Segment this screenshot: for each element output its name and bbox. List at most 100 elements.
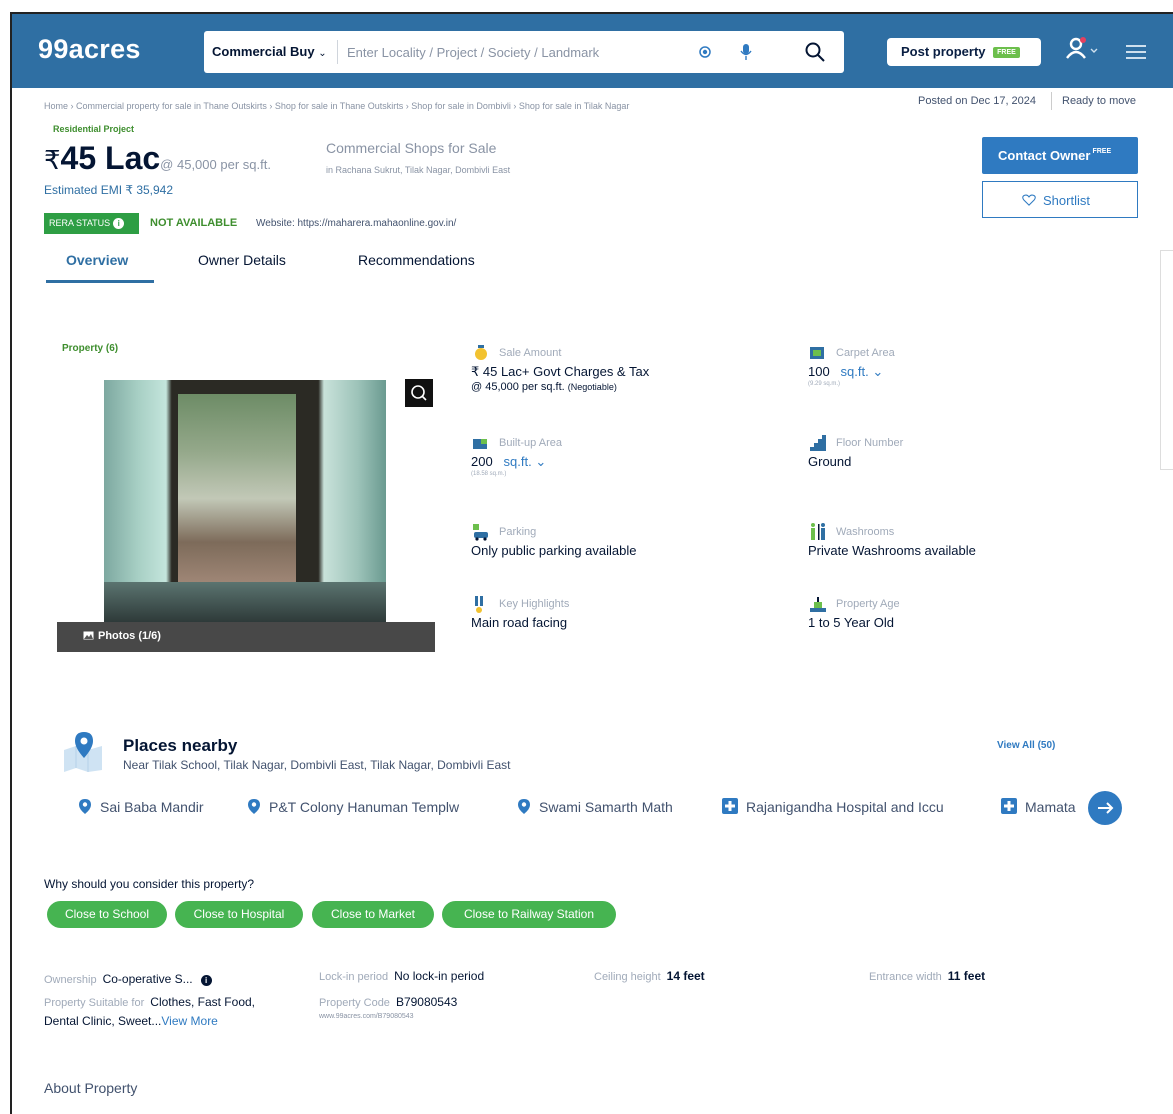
photo-gallery[interactable]: Photos (1/6) (57, 380, 435, 652)
place-item[interactable]: Sai Baba Mandir (78, 798, 204, 815)
detail-label: Built-up Area (499, 437, 562, 449)
reason-chip[interactable]: Close to Hospital (175, 901, 303, 928)
free-badge: FREE (993, 47, 1020, 59)
fact-label: Property Suitable for (44, 997, 145, 1009)
place-item[interactable]: P&T Colony Hanuman Templw (247, 798, 459, 815)
why-consider-title: Why should you consider this property? (44, 877, 255, 891)
fact-value: No lock-in period (394, 969, 485, 983)
breadcrumb[interactable]: Home › Commercial property for sale in T… (44, 101, 629, 111)
detail-built-up-area: Built-up Area 200 sq.ft. ⌄ (18.58 sq.m.) (471, 433, 771, 493)
detail-sale-amount: Sale Amount ₹ 45 Lac+ Govt Charges & Tax… (471, 343, 771, 403)
tab-overview[interactable]: Overview (66, 252, 128, 268)
reason-chip[interactable]: Close to Market (312, 901, 434, 928)
unit-label: sq.ft. (503, 454, 532, 469)
shortlist-label: Shortlist (1043, 193, 1090, 208)
tab-recommendations[interactable]: Recommendations (358, 252, 475, 268)
photo-floor (104, 582, 386, 622)
locate-me-icon[interactable] (698, 45, 712, 59)
detail-value: Private Washrooms available (808, 543, 976, 558)
detail-washrooms: Washrooms Private Washrooms available (808, 522, 1108, 562)
place-item[interactable]: Swami Samarth Math (517, 798, 673, 815)
built-up-area-sqm: (18.58 sq.m.) (471, 471, 507, 477)
rera-status-badge[interactable]: RERA STATUS i (44, 213, 139, 234)
detail-label: Floor Number (836, 437, 904, 449)
negotiable-note: (Negotiable) (567, 382, 617, 392)
price-per-sqft: @ 45,000 per sq.ft. (160, 157, 271, 172)
post-property-button[interactable]: Post property FREE (887, 38, 1041, 66)
fact-value: Clothes, Fast Food, (150, 995, 255, 1009)
search-divider (337, 40, 338, 64)
detail-value: 100 sq.ft. ⌄ (808, 364, 883, 380)
fact-value: Dental Clinic, Sweet... (44, 1014, 162, 1028)
detail-parking: Parking Only public parking available (471, 522, 771, 562)
reason-chip[interactable]: Close to Railway Station (442, 901, 616, 928)
detail-label: Property Age (836, 598, 900, 610)
info-icon[interactable]: i (200, 975, 212, 986)
property-photo[interactable] (104, 380, 386, 622)
fact-lock-in: Lock-in period No lock-in period (319, 969, 484, 983)
fact-suitable-for: Property Suitable for Clothes, Fast Food, (44, 995, 255, 1009)
fact-value: 11 feet (947, 969, 986, 983)
photos-count-bar[interactable]: Photos (1/6) (57, 622, 435, 652)
search-category-dropdown[interactable]: Commercial Buy ⌄ (212, 44, 327, 59)
divider (1051, 92, 1052, 110)
money-bag-icon (475, 345, 487, 360)
places-nearby-subtitle: Near Tilak School, Tilak Nagar, Dombivli… (123, 758, 511, 772)
view-more-link[interactable]: View More (161, 1014, 217, 1028)
fact-ceiling-height: Ceiling height 14 feet (594, 969, 705, 983)
side-feedback-tab[interactable] (1160, 250, 1173, 470)
search-icon[interactable] (804, 41, 826, 63)
built-up-area-icon (473, 439, 487, 449)
carpet-area-value: 100 (808, 364, 830, 379)
unit-dropdown[interactable]: sq.ft. ⌄ (841, 364, 884, 379)
rera-website: Website: https://maharera.mahaonline.gov… (256, 218, 457, 229)
microphone-icon[interactable] (739, 43, 753, 61)
location-pin-icon (79, 799, 91, 814)
contact-owner-button[interactable]: Contact Owner FREE (982, 137, 1138, 174)
car-icon (473, 524, 488, 541)
user-account-icon[interactable] (1064, 36, 1100, 62)
location-pin-icon (518, 799, 530, 814)
place-item[interactable]: Rajanigandha Hospital and Iccu (722, 798, 944, 815)
rera-status-value: NOT AVAILABLE (150, 217, 238, 229)
detail-subvalue: @ 45,000 per sq.ft. (Negotiable) (471, 381, 617, 393)
search-category-label: Commercial Buy (212, 44, 315, 59)
detail-label: Washrooms (836, 526, 895, 538)
detail-label: Sale Amount (499, 347, 562, 359)
image-icon (83, 631, 94, 640)
price: ₹45 Lac@ 45,000 per sq.ft. (44, 140, 271, 177)
detail-value: Ground (808, 454, 852, 469)
unit-dropdown[interactable]: sq.ft. ⌄ (504, 454, 547, 469)
place-name: P&T Colony Hanuman Templw (269, 799, 460, 815)
location-pin-icon (248, 799, 260, 814)
reason-chip[interactable]: Close to School (47, 901, 167, 928)
fact-value: 14 feet (666, 969, 705, 983)
fact-entrance-width: Entrance width 11 feet (869, 969, 985, 983)
shortlist-button[interactable]: Shortlist (982, 181, 1138, 218)
stairs-icon (810, 435, 826, 451)
arrow-right-icon[interactable] (1088, 791, 1122, 825)
fact-property-code: Property Code B79080543 (319, 995, 457, 1009)
hospital-icon (1001, 798, 1017, 814)
detail-label: Key Highlights (499, 598, 570, 610)
estimated-emi-link[interactable]: Estimated EMI ₹ 35,942 (44, 183, 173, 197)
detail-key-highlights: Key Highlights Main road facing (471, 594, 771, 634)
search-input[interactable] (347, 42, 677, 62)
building-age-icon (810, 597, 826, 612)
place-item[interactable]: Mamata (1001, 798, 1076, 815)
washroom-icon (811, 523, 825, 540)
zoom-icon[interactable] (405, 379, 433, 407)
view-all-link[interactable]: View All (50) (997, 740, 1055, 751)
top-header: 99acres Commercial Buy ⌄ Post property F… (12, 14, 1173, 88)
contact-owner-label: Contact Owner (998, 148, 1091, 163)
rera-status-label: RERA STATUS (49, 218, 111, 228)
site-logo[interactable]: 99acres (38, 34, 141, 65)
area-icon (810, 347, 824, 359)
hamburger-menu-icon[interactable] (1126, 45, 1146, 59)
places-nearby-title: Places nearby (123, 736, 238, 755)
fact-label: Ownership (44, 974, 97, 986)
fact-suitable-for-cont: Dental Clinic, Sweet...View More (44, 1014, 218, 1028)
tab-owner-details[interactable]: Owner Details (198, 252, 286, 268)
hospital-icon (722, 798, 738, 814)
info-icon: i (113, 218, 125, 229)
